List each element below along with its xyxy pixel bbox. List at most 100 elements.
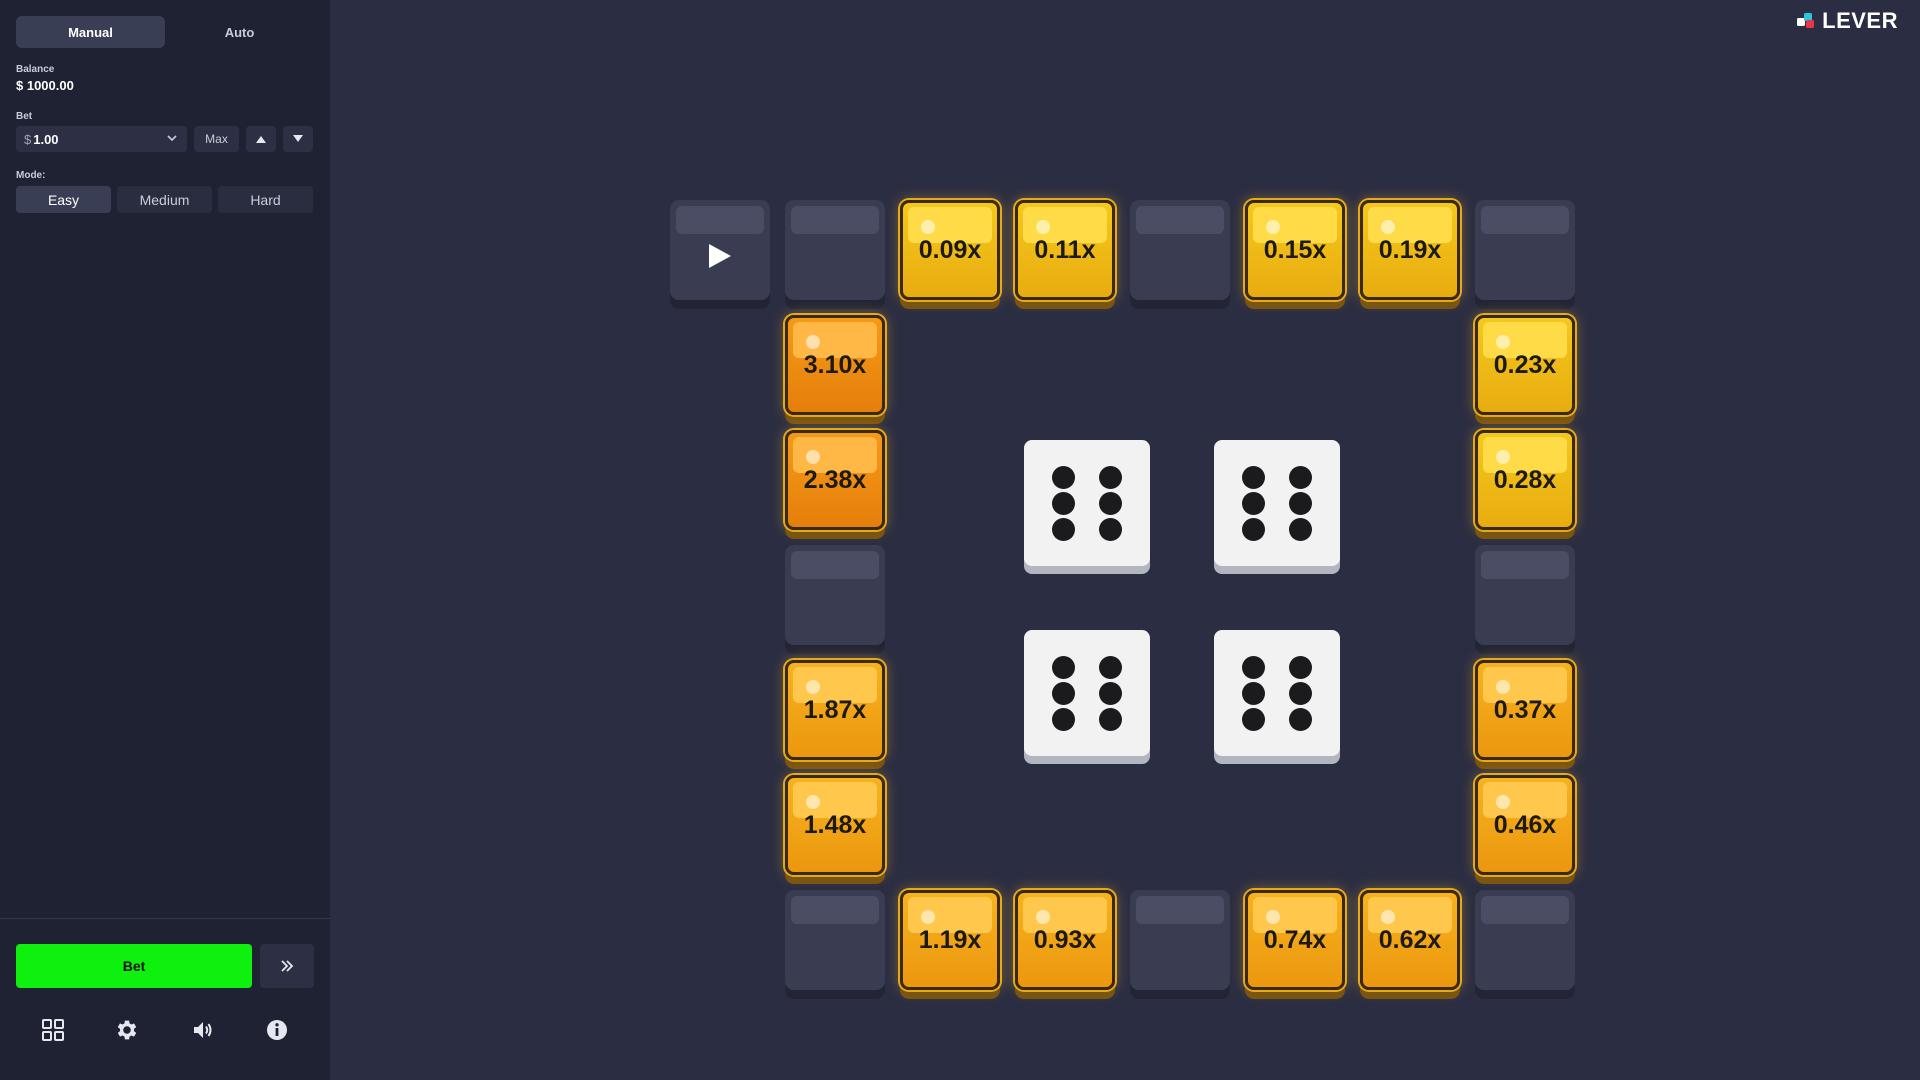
die-pip [1052, 466, 1075, 489]
die [1214, 630, 1340, 756]
tile-highlight [676, 206, 764, 234]
multiplier-tile: 0.23x [1475, 315, 1575, 415]
multiplier-tile: 1.48x [785, 775, 885, 875]
multiplier-tile: 0.09x [900, 200, 1000, 300]
bet-amount-input[interactable]: $ 1.00 [16, 126, 187, 152]
tile-highlight [1136, 206, 1224, 234]
bet-button[interactable]: Bet [16, 944, 252, 988]
multiplier-label: 0.46x [1493, 810, 1557, 839]
die-pip [1099, 466, 1122, 489]
die-pip [1099, 708, 1122, 731]
bottom-toolbar [0, 1010, 330, 1050]
tile-highlight [791, 896, 879, 924]
empty-tile [1475, 200, 1575, 300]
chevron-down-icon[interactable] [165, 131, 179, 145]
tile-highlight [1481, 551, 1569, 579]
multiplier-tile: 0.37x [1475, 660, 1575, 760]
multiplier-tile: 0.19x [1360, 200, 1460, 300]
die-pip [1242, 518, 1265, 541]
multiplier-tile: 0.46x [1475, 775, 1575, 875]
brand-logo: LEVER [1795, 8, 1898, 34]
double-chevron-right-icon [281, 960, 294, 972]
die-pip [1289, 656, 1312, 679]
balance-value: $ 1000.00 [16, 78, 74, 93]
tile-highlight [1481, 896, 1569, 924]
tile-highlight [791, 206, 879, 234]
bet-controls: $ 1.00 Max [16, 126, 313, 152]
play-mode-tabs: Manual Auto [16, 16, 314, 48]
empty-tile [1475, 890, 1575, 990]
die-pip [1289, 682, 1312, 705]
lever-logo-icon [1797, 13, 1815, 28]
multiplier-tile: 0.62x [1360, 890, 1460, 990]
die-pip [1242, 656, 1265, 679]
multiplier-label: 2.38x [803, 465, 867, 494]
die-pip [1052, 682, 1075, 705]
die-pip [1052, 708, 1075, 731]
bet-decrease-button[interactable] [283, 126, 313, 152]
empty-tile [785, 200, 885, 300]
difficulty-selector: Easy Medium Hard [16, 186, 313, 213]
empty-tile [785, 545, 885, 645]
divider [0, 918, 330, 919]
tab-manual[interactable]: Manual [16, 16, 165, 48]
multiplier-tile: 0.28x [1475, 430, 1575, 530]
info-icon[interactable] [263, 1016, 291, 1044]
die-pip [1052, 518, 1075, 541]
die [1024, 440, 1150, 566]
bet-amount-value: 1.00 [33, 131, 59, 147]
empty-tile [1130, 200, 1230, 300]
multiplier-label: 3.10x [803, 350, 867, 379]
bet-increase-button[interactable] [246, 126, 276, 152]
die-pip [1242, 466, 1265, 489]
start-tile [670, 200, 770, 300]
die-pip [1052, 656, 1075, 679]
logo-text: LEVER [1822, 8, 1898, 33]
tile-highlight [1136, 896, 1224, 924]
speaker-icon[interactable] [189, 1016, 217, 1044]
die-pip [1099, 518, 1122, 541]
die-pip [1289, 518, 1312, 541]
multiplier-label: 0.62x [1378, 925, 1442, 954]
die-pip [1289, 466, 1312, 489]
die-pip [1099, 656, 1122, 679]
auto-bet-button[interactable] [260, 944, 314, 988]
die-pip [1099, 492, 1122, 515]
gear-icon[interactable] [113, 1016, 141, 1044]
multiplier-tile: 3.10x [785, 315, 885, 415]
multiplier-label: 1.87x [803, 695, 867, 724]
multiplier-label: 0.37x [1493, 695, 1557, 724]
grid-icon[interactable] [39, 1016, 67, 1044]
bet-label: Bet [16, 111, 33, 122]
difficulty-medium-button[interactable]: Medium [117, 186, 212, 213]
die-pip [1099, 682, 1122, 705]
tab-auto[interactable]: Auto [165, 16, 314, 48]
multiplier-label: 0.19x [1378, 235, 1442, 264]
multiplier-label: 0.11x [1034, 235, 1096, 264]
difficulty-easy-button[interactable]: Easy [16, 186, 111, 213]
play-icon [709, 244, 731, 268]
empty-tile [1475, 545, 1575, 645]
arrow-up-icon [256, 136, 266, 143]
die-pip [1242, 492, 1265, 515]
balance-label: Balance [16, 64, 55, 75]
multiplier-label: 0.74x [1263, 925, 1327, 954]
tile-highlight [1481, 206, 1569, 234]
multiplier-label: 0.15x [1263, 235, 1327, 264]
multiplier-tile: 2.38x [785, 430, 885, 530]
multiplier-tile: 0.15x [1245, 200, 1345, 300]
multiplier-tile: 0.11x [1015, 200, 1115, 300]
multiplier-label: 1.19x [918, 925, 982, 954]
die [1024, 630, 1150, 756]
tile-highlight [791, 551, 879, 579]
multiplier-label: 0.23x [1493, 350, 1557, 379]
multiplier-label: 0.93x [1033, 925, 1097, 954]
multiplier-tile: 0.74x [1245, 890, 1345, 990]
die-pip [1289, 492, 1312, 515]
arrow-down-icon [293, 135, 303, 142]
sidebar: Manual Auto Balance $ 1000.00 Bet $ 1.00… [0, 0, 330, 1080]
empty-tile [1130, 890, 1230, 990]
difficulty-hard-button[interactable]: Hard [218, 186, 313, 213]
multiplier-tile: 1.87x [785, 660, 885, 760]
max-bet-button[interactable]: Max [194, 126, 239, 152]
